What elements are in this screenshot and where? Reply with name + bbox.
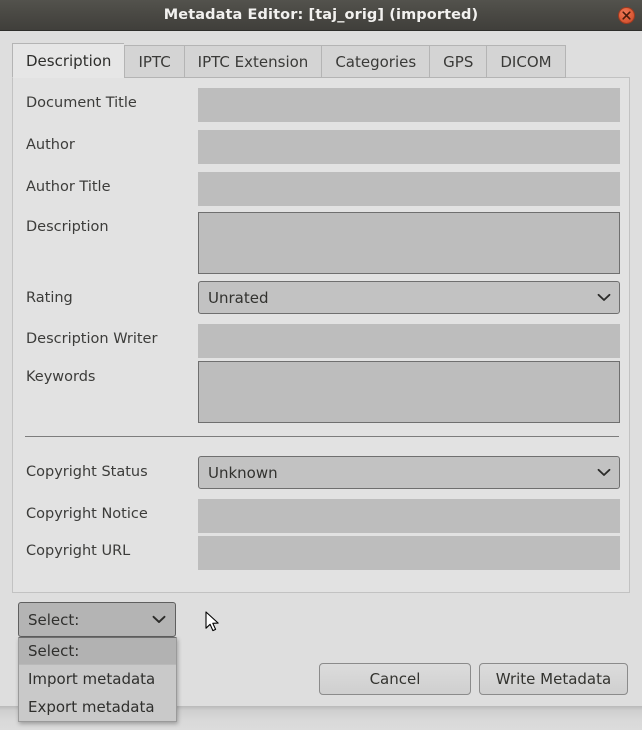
mouse-cursor xyxy=(205,611,223,635)
combobox-copyright-status-value: Unknown xyxy=(208,463,278,482)
write-metadata-button[interactable]: Write Metadata xyxy=(479,663,628,695)
tab-label: Categories xyxy=(335,52,417,71)
label-copyright-url: Copyright URL xyxy=(26,543,131,559)
import-export-select[interactable]: Select: xyxy=(18,602,176,637)
combobox-copyright-status[interactable]: Unknown xyxy=(198,456,620,489)
label-copyright-notice: Copyright Notice xyxy=(26,506,148,522)
input-copyright-notice[interactable] xyxy=(198,499,620,533)
window-titlebar: Metadata Editor: [taj_orig] (imported) xyxy=(0,0,642,31)
input-author[interactable] xyxy=(198,130,620,164)
textarea-description[interactable] xyxy=(198,212,620,274)
tab-label: IPTC Extension xyxy=(197,52,309,71)
tab-dicom[interactable]: DICOM xyxy=(486,45,566,78)
label-keywords: Keywords xyxy=(26,369,96,385)
tab-label: IPTC xyxy=(138,52,171,71)
cancel-button[interactable]: Cancel xyxy=(319,663,471,695)
textarea-keywords[interactable] xyxy=(198,361,620,423)
label-rating: Rating xyxy=(26,290,73,306)
tab-description[interactable]: Description xyxy=(12,43,125,78)
tab-gps[interactable]: GPS xyxy=(429,45,487,78)
tab-label: Description xyxy=(26,51,112,70)
tab-label: GPS xyxy=(443,52,474,71)
input-author-title[interactable] xyxy=(198,172,620,206)
dropdown-option-import-metadata[interactable]: Import metadata xyxy=(19,665,176,693)
tab-iptc[interactable]: IPTC xyxy=(124,45,184,78)
label-document-title: Document Title xyxy=(26,95,137,111)
close-window-button[interactable] xyxy=(618,7,635,24)
chevron-down-icon xyxy=(589,293,619,302)
metadata-editor-window: Metadata Editor: [taj_orig] (imported) D… xyxy=(0,0,642,730)
tab-iptc-extension[interactable]: IPTC Extension xyxy=(183,45,322,78)
window-title: Metadata Editor: [taj_orig] (imported) xyxy=(163,7,479,23)
tab-categories[interactable]: Categories xyxy=(321,45,430,78)
import-export-dropdown-list: Select: Import metadata Export metadata xyxy=(18,637,177,722)
tab-label: DICOM xyxy=(500,52,552,71)
label-author: Author xyxy=(26,137,75,153)
tab-strip: Description IPTC IPTC Extension Categori… xyxy=(12,43,566,78)
dropdown-option-select[interactable]: Select: xyxy=(19,637,176,665)
input-description-writer[interactable] xyxy=(198,324,620,358)
import-export-select-value: Select: xyxy=(28,610,80,629)
dropdown-option-export-metadata[interactable]: Export metadata xyxy=(19,693,176,721)
description-tab-panel: Document Title Author Author Title Descr… xyxy=(12,77,630,593)
label-description: Description xyxy=(26,219,109,235)
label-description-writer: Description Writer xyxy=(26,331,158,347)
chevron-down-icon xyxy=(143,615,175,624)
label-copyright-status: Copyright Status xyxy=(26,464,148,480)
label-author-title: Author Title xyxy=(26,179,111,195)
chevron-down-icon xyxy=(589,468,619,477)
input-copyright-url[interactable] xyxy=(198,536,620,570)
combobox-rating-value: Unrated xyxy=(208,288,269,307)
input-document-title[interactable] xyxy=(198,88,620,122)
combobox-rating[interactable]: Unrated xyxy=(198,281,620,314)
section-divider xyxy=(25,436,619,437)
